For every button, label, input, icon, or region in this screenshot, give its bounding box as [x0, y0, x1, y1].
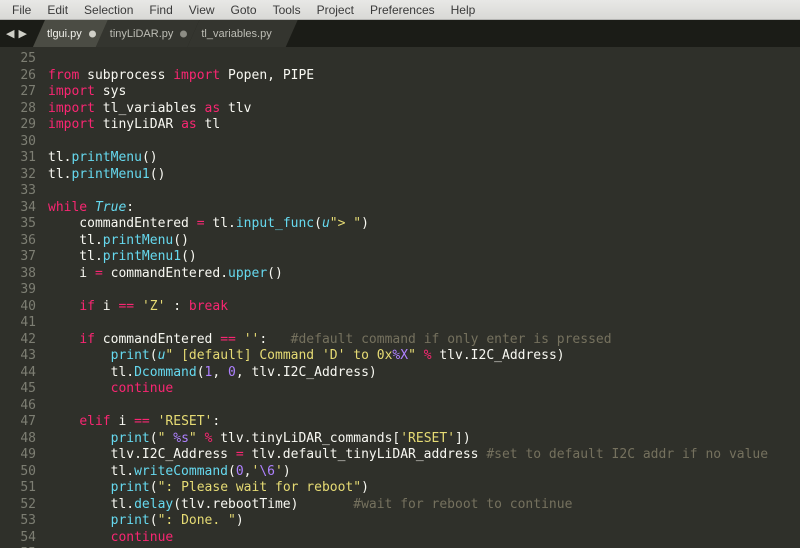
code-line[interactable]: print(u" [default] Command 'D' to 0x%X" … [48, 348, 800, 365]
code-line[interactable]: print(": Done. ") [48, 513, 800, 530]
line-number: 30 [4, 134, 36, 151]
line-number: 29 [4, 117, 36, 134]
line-number: 50 [4, 464, 36, 481]
line-number: 40 [4, 299, 36, 316]
code-line[interactable] [48, 315, 800, 332]
code-line[interactable]: continue [48, 530, 800, 547]
line-number: 27 [4, 84, 36, 101]
code-line[interactable]: i = commandEntered.upper() [48, 266, 800, 283]
tab-nav-arrows[interactable]: ◀ ▶ [0, 20, 33, 47]
menu-edit[interactable]: Edit [39, 1, 76, 19]
code-line[interactable]: tl.printMenu1() [48, 167, 800, 184]
line-number: 52 [4, 497, 36, 514]
line-number: 33 [4, 183, 36, 200]
line-number: 31 [4, 150, 36, 167]
dirty-dot-icon [89, 30, 96, 37]
code-line[interactable]: from subprocess import Popen, PIPE [48, 68, 800, 85]
line-number: 53 [4, 513, 36, 530]
line-number: 41 [4, 315, 36, 332]
menu-preferences[interactable]: Preferences [362, 1, 443, 19]
tab-tinylidar-py[interactable]: tinyLiDAR.py [96, 20, 200, 47]
code-line[interactable]: import tl_variables as tlv [48, 101, 800, 118]
code-line[interactable] [48, 398, 800, 415]
code-line[interactable]: tl.printMenu() [48, 233, 800, 250]
line-number: 37 [4, 249, 36, 266]
line-number: 35 [4, 216, 36, 233]
code-line[interactable]: tl.printMenu() [48, 150, 800, 167]
code-line[interactable]: tl.writeCommand(0,'\6') [48, 464, 800, 481]
code-area[interactable]: from subprocess import Popen, PIPEimport… [44, 47, 800, 548]
menu-project[interactable]: Project [309, 1, 362, 19]
line-number: 36 [4, 233, 36, 250]
menu-goto[interactable]: Goto [223, 1, 265, 19]
code-line[interactable]: if commandEntered == '': #default comman… [48, 332, 800, 349]
line-number: 32 [4, 167, 36, 184]
code-line[interactable]: elif i == 'RESET': [48, 414, 800, 431]
line-number: 48 [4, 431, 36, 448]
line-number: 26 [4, 68, 36, 85]
code-line[interactable]: print(": Please wait for reboot") [48, 480, 800, 497]
code-line[interactable]: continue [48, 381, 800, 398]
line-number: 28 [4, 101, 36, 118]
line-number: 44 [4, 365, 36, 382]
menu-find[interactable]: Find [141, 1, 180, 19]
line-number: 47 [4, 414, 36, 431]
menu-selection[interactable]: Selection [76, 1, 141, 19]
line-number: 25 [4, 51, 36, 68]
code-line[interactable]: while True: [48, 200, 800, 217]
tab-label: tinyLiDAR.py [110, 28, 174, 40]
tab-label: tl_variables.py [201, 28, 271, 40]
line-number: 39 [4, 282, 36, 299]
line-number: 54 [4, 530, 36, 547]
code-line[interactable] [48, 282, 800, 299]
menu-file[interactable]: File [4, 1, 39, 19]
menu-view[interactable]: View [181, 1, 223, 19]
line-number: 38 [4, 266, 36, 283]
code-line[interactable] [48, 134, 800, 151]
code-line[interactable]: tl.printMenu1() [48, 249, 800, 266]
tab-strip: ◀ ▶ tlgui.py tinyLiDAR.py tl_variables.py [0, 20, 800, 47]
nav-fwd-icon[interactable]: ▶ [18, 27, 26, 40]
menu-tools[interactable]: Tools [265, 1, 309, 19]
code-line[interactable]: tl.Dcommand(1, 0, tlv.I2C_Address) [48, 365, 800, 382]
menu-help[interactable]: Help [443, 1, 484, 19]
tab-tlgui-py[interactable]: tlgui.py [33, 20, 108, 47]
line-number-gutter: 2526272829303132333435363738394041424344… [0, 47, 44, 548]
code-line[interactable]: import tinyLiDAR as tl [48, 117, 800, 134]
menubar: FileEditSelectionFindViewGotoToolsProjec… [0, 0, 800, 20]
line-number: 49 [4, 447, 36, 464]
line-number: 43 [4, 348, 36, 365]
code-line[interactable]: import sys [48, 84, 800, 101]
line-number: 45 [4, 381, 36, 398]
code-line[interactable]: if i == 'Z' : break [48, 299, 800, 316]
code-line[interactable]: commandEntered = tl.input_func(u"> ") [48, 216, 800, 233]
nav-back-icon[interactable]: ◀ [6, 27, 14, 40]
dirty-dot-icon [180, 30, 187, 37]
tab-label: tlgui.py [47, 28, 82, 40]
line-number: 51 [4, 480, 36, 497]
code-line[interactable]: print(" %s" % tlv.tinyLiDAR_commands['RE… [48, 431, 800, 448]
line-number: 46 [4, 398, 36, 415]
code-line[interactable] [48, 183, 800, 200]
line-number: 34 [4, 200, 36, 217]
tab-tl_variables-py[interactable]: tl_variables.py [187, 20, 297, 47]
line-number: 42 [4, 332, 36, 349]
code-editor[interactable]: 2526272829303132333435363738394041424344… [0, 47, 800, 548]
code-line[interactable]: tlv.I2C_Address = tlv.default_tinyLiDAR_… [48, 447, 800, 464]
code-line[interactable]: tl.delay(tlv.rebootTime) #wait for reboo… [48, 497, 800, 514]
code-line[interactable] [48, 51, 800, 68]
